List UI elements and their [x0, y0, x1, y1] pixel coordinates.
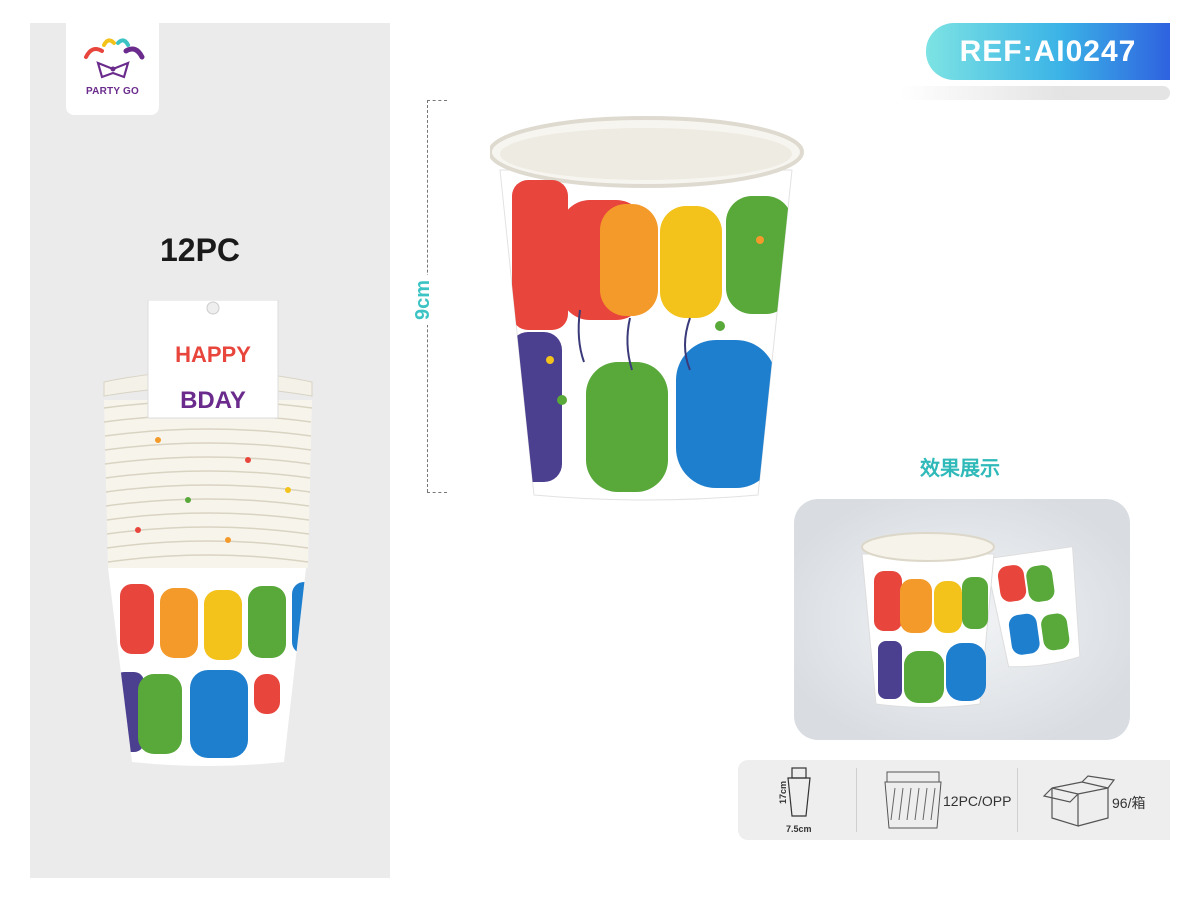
brand-logo: PARTY GO [66, 23, 159, 115]
party-logo-icon [84, 38, 145, 79]
reference-banner: REF:AI0247 [926, 23, 1170, 80]
reference-code: REF:AI0247 [959, 35, 1137, 68]
carton-count: 96/箱 [1112, 795, 1146, 811]
effect-cups-illustration [861, 532, 1081, 708]
carton-box-icon [1042, 775, 1116, 827]
height-label: 9cm [412, 275, 442, 325]
spec-pack: 12PC/OPP [857, 760, 1017, 840]
spec-carton: 96/箱 [1018, 760, 1170, 840]
spec-box-size: 17cm 7.5cm [738, 760, 856, 840]
dimension-tick-bottom [427, 492, 447, 493]
spec-bar: 17cm 7.5cm 12PC/OPP 96/箱 [738, 760, 1170, 840]
header-card: HAPPY BDAY [147, 300, 279, 419]
package-size-icon [787, 767, 811, 817]
stack-cup-body [108, 568, 306, 766]
quantity-label: 12PC [159, 232, 241, 268]
banner-shadow [900, 86, 1170, 100]
cup-stack-image: HAPPY BDAY [103, 300, 313, 766]
main-cup-image [490, 116, 804, 501]
effect-display-label: 效果展示 [920, 458, 1000, 480]
effect-photo [794, 499, 1130, 740]
box-width: 7.5cm [786, 824, 812, 834]
card-line2: BDAY [180, 387, 246, 414]
pack-count: 12PC/OPP [943, 793, 1012, 809]
card-line1: HAPPY [175, 342, 251, 367]
box-height: 17cm [778, 780, 788, 804]
opp-bag-icon [884, 771, 942, 829]
dimension-tick-top [427, 100, 447, 101]
brand-name: PARTY GO [86, 86, 139, 97]
